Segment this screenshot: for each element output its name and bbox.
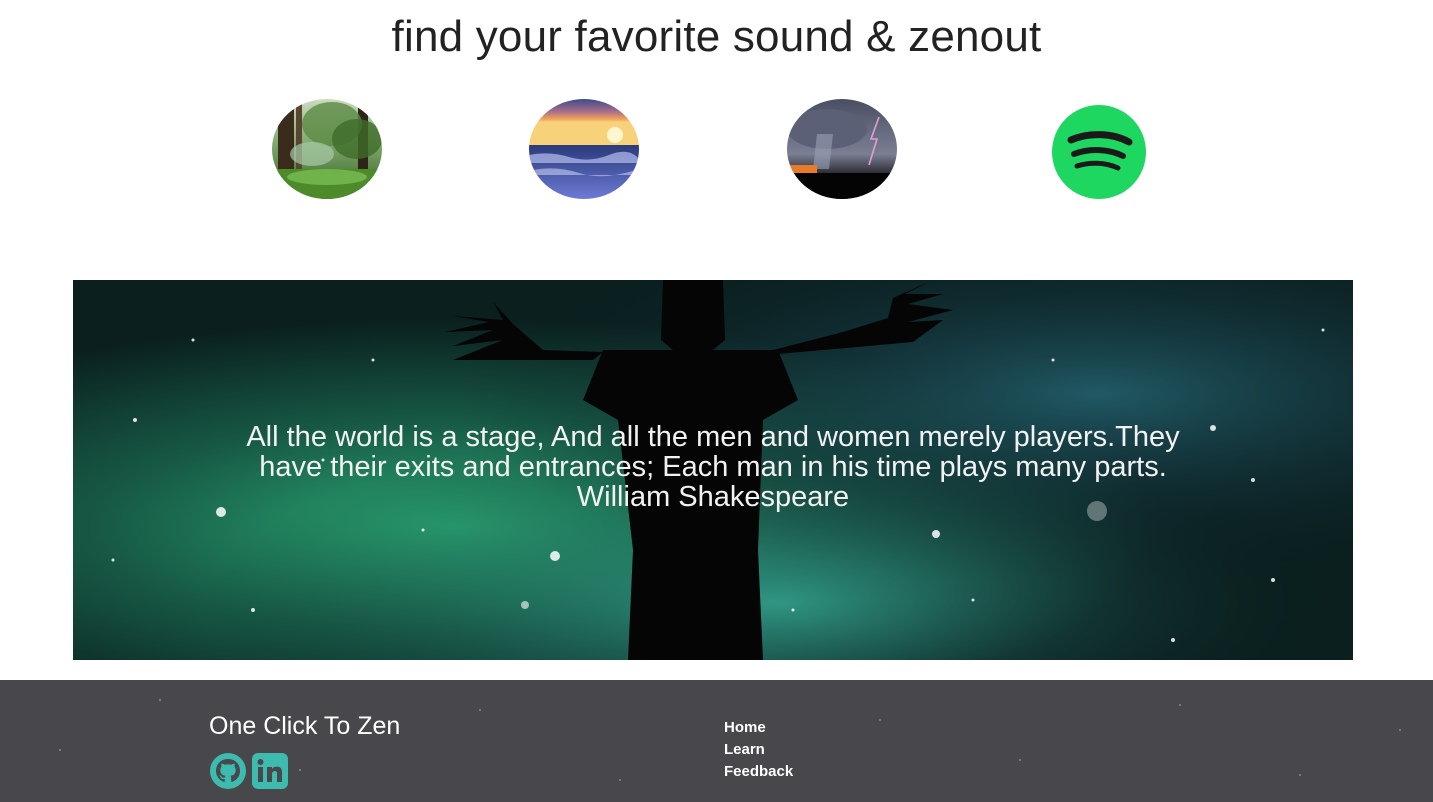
quote-text: All the world is a stage, And all the me… [233,422,1193,512]
spotify-button[interactable] [1051,104,1147,200]
quote-line: All the world is a stage, And all the me… [246,421,1180,453]
github-icon [210,753,246,789]
quote-line: have their exits and entrances; Each man… [259,451,1167,483]
ocean-sunset-image [529,99,639,199]
footer-brand: One Click To Zen [209,712,401,740]
page-title: find your favorite sound & zenout [391,12,1042,61]
footer-link-learn[interactable]: Learn [724,739,793,761]
github-link[interactable] [209,752,247,790]
quote-author: William Shakespeare [576,481,850,513]
spotify-icon [1052,105,1146,199]
social-links [209,752,289,790]
linkedin-icon [252,753,288,789]
ocean-sunset-sound-button[interactable] [529,99,639,199]
quote-banner: All the world is a stage, And all the me… [73,280,1353,660]
footer-nav: Home Learn Feedback [724,717,793,783]
forest-sound-button[interactable] [272,99,382,199]
forest-image [272,99,382,199]
thunderstorm-image [787,99,897,199]
footer-link-feedback[interactable]: Feedback [724,761,793,783]
footer-link-home[interactable]: Home [724,717,793,739]
footer: One Click To Zen Home Learn Feedback [0,680,1433,802]
thunderstorm-sound-button[interactable] [787,99,897,199]
linkedin-link[interactable] [251,752,289,790]
